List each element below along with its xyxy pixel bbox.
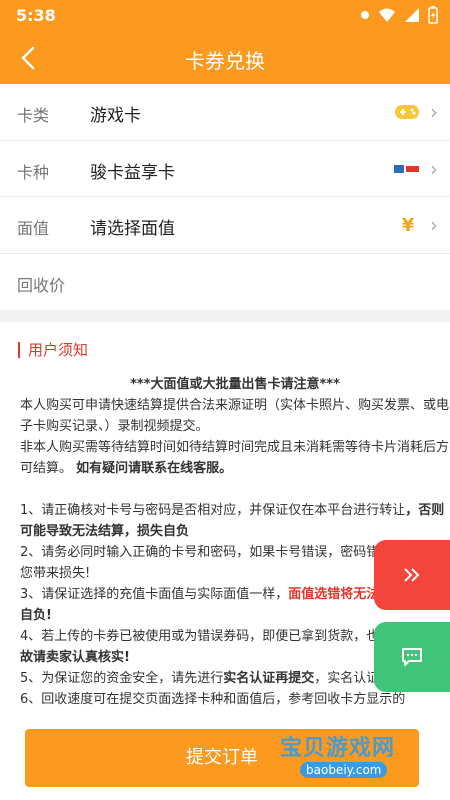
card-logo-icon [394, 164, 419, 173]
card-form: 卡类 游戏卡 › 卡种 骏卡益享卡 › 面值 请选择面值 ¥ › 回收价 [0, 84, 450, 310]
face-value-label: 面值 [17, 219, 50, 238]
recycle-price-label: 回收价 [17, 275, 66, 295]
face-value-select[interactable]: 请选择面值 [90, 214, 175, 239]
notice-item-1-text: 1、请正确核对卡号与密码是否相对应，并保证仅在本平台进行转让 [20, 503, 406, 518]
status-bar: 5:38 [0, 0, 450, 32]
notice-para-2: 非本人购买需等待结算时间如待结算时间完成且未消耗需等待卡片消耗后方可结算。 如有… [20, 437, 450, 479]
float-expand-button[interactable] [374, 540, 450, 610]
battery-icon [428, 6, 438, 24]
chevron-right-icon: › [430, 213, 438, 237]
card-kind-row[interactable]: 卡种 骏卡益享卡 › [0, 141, 450, 197]
notice-heading: ***大面值或大批量出售卡请注意*** [130, 377, 340, 392]
app-header: 卡券兑换 [0, 32, 450, 84]
notice-item-1: 1、请正确核对卡号与密码是否相对应，并保证仅在本平台进行转让，否则可能导致无法结… [20, 500, 450, 542]
page-title: 卡券兑换 [185, 49, 265, 73]
card-kind-label: 卡种 [17, 162, 50, 182]
notice-item-3-text: 3、请保证选择的充值卡面值与实际面值一样， [20, 587, 289, 602]
notice-title: 用户须知 [18, 342, 88, 358]
wifi-icon [379, 8, 395, 22]
status-icons [360, 6, 438, 24]
notice-item-6: 6、回收速度可在提交页面选择卡种和面值后，参考回收卡方显示的 [20, 692, 406, 707]
chat-bubble-icon [402, 648, 422, 666]
card-type-label: 卡类 [17, 106, 50, 125]
notice-item-5-bold: 实名认证再提交 [223, 671, 315, 686]
gamepad-icon [395, 105, 419, 119]
notice-para-1: 本人购买可申请快速结算提供合法来源证明（实体卡照片、购买发票、或电子卡购买记录、… [20, 398, 450, 434]
recycle-price-row: 回收价 [0, 254, 450, 311]
card-type-value: 游戏卡 [90, 106, 141, 126]
card-type-row[interactable]: 卡类 游戏卡 › [0, 84, 450, 141]
status-time: 5:38 [16, 6, 56, 25]
submit-order-button[interactable]: 提交订单 [25, 729, 419, 787]
chevron-right-icon: › [430, 156, 438, 181]
face-value-row[interactable]: 面值 请选择面值 ¥ › [0, 197, 450, 254]
chevron-right-icon: › [430, 100, 438, 124]
notice-item-5-text: 5、为保证您的资金安全，请先进行 [20, 671, 224, 686]
signal-dot-icon [361, 11, 369, 19]
cell-signal-icon [405, 8, 419, 22]
card-kind-value: 骏卡益享卡 [90, 162, 175, 183]
double-chevron-right-icon [404, 568, 420, 582]
float-chat-button[interactable] [374, 622, 450, 692]
yen-icon: ¥ [401, 214, 415, 236]
notice-item-4-bold: 故请卖家认真核实! [20, 650, 130, 665]
notice-para-2-bold: 如有疑问请联系在线客服。 [76, 461, 233, 476]
